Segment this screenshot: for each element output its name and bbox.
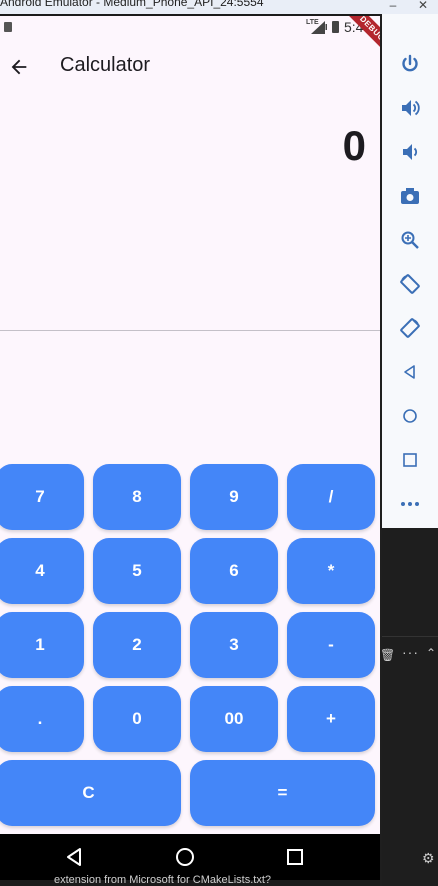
key-9[interactable]: 9	[190, 464, 278, 530]
ide-more-button[interactable]: ···	[402, 644, 419, 660]
key-divide[interactable]: /	[287, 464, 375, 530]
minimize-button[interactable]: –	[378, 0, 408, 13]
power-icon[interactable]	[382, 50, 438, 78]
volume-up-icon[interactable]	[382, 94, 438, 122]
key-2[interactable]: 2	[93, 612, 181, 678]
key-plus[interactable]: +	[287, 686, 375, 752]
more-icon[interactable]	[382, 490, 438, 518]
back-icon[interactable]	[382, 358, 438, 386]
close-button[interactable]: ✕	[408, 0, 438, 13]
key-5[interactable]: 5	[93, 538, 181, 604]
ide-divider	[382, 636, 438, 637]
keypad: 7 8 9 / 4 5 6 * 1 2 3 - . 0 00 + C =	[0, 16, 380, 834]
key-decimal[interactable]: .	[0, 686, 84, 752]
key-equals[interactable]: =	[190, 760, 375, 826]
rotate-left-icon[interactable]	[382, 270, 438, 298]
key-8[interactable]: 8	[93, 464, 181, 530]
zoom-in-icon[interactable]	[382, 226, 438, 254]
app-screen: LTE 5:40 DEBUG Calculator 0 7 8 9 / 4 5 …	[0, 16, 380, 834]
home-icon[interactable]	[382, 402, 438, 430]
ide-panel: 🗑 ··· ⌃ ⚙	[380, 528, 438, 886]
trash-icon[interactable]: 🗑	[380, 648, 395, 662]
nav-back-icon[interactable]	[64, 846, 86, 868]
camera-icon[interactable]	[382, 182, 438, 210]
emulator-controls	[382, 14, 438, 528]
key-1[interactable]: 1	[0, 612, 84, 678]
rotate-right-icon[interactable]	[382, 314, 438, 342]
emulator-phone: LTE 5:40 DEBUG Calculator 0 7 8 9 / 4 5 …	[0, 14, 380, 886]
key-3[interactable]: 3	[190, 612, 278, 678]
key-6[interactable]: 6	[190, 538, 278, 604]
key-00[interactable]: 00	[190, 686, 278, 752]
window-title: Android Emulator - Medium_Phone_API_24:5…	[0, 0, 264, 9]
key-0[interactable]: 0	[93, 686, 181, 752]
key-clear[interactable]: C	[0, 760, 181, 826]
gear-icon[interactable]: ⚙	[422, 850, 435, 867]
nav-home-icon[interactable]	[174, 846, 196, 868]
nav-overview-icon[interactable]	[284, 846, 306, 868]
overview-icon[interactable]	[382, 446, 438, 474]
key-multiply[interactable]: *	[287, 538, 375, 604]
ide-notification-text: extension from Microsoft for CMakeLists.…	[54, 874, 272, 886]
key-minus[interactable]: -	[287, 612, 375, 678]
key-4[interactable]: 4	[0, 538, 84, 604]
emulator-title-bar: Android Emulator - Medium_Phone_API_24:5…	[0, 0, 438, 14]
key-7[interactable]: 7	[0, 464, 84, 530]
volume-down-icon[interactable]	[382, 138, 438, 166]
chevron-up-icon[interactable]: ⌃	[426, 646, 436, 660]
